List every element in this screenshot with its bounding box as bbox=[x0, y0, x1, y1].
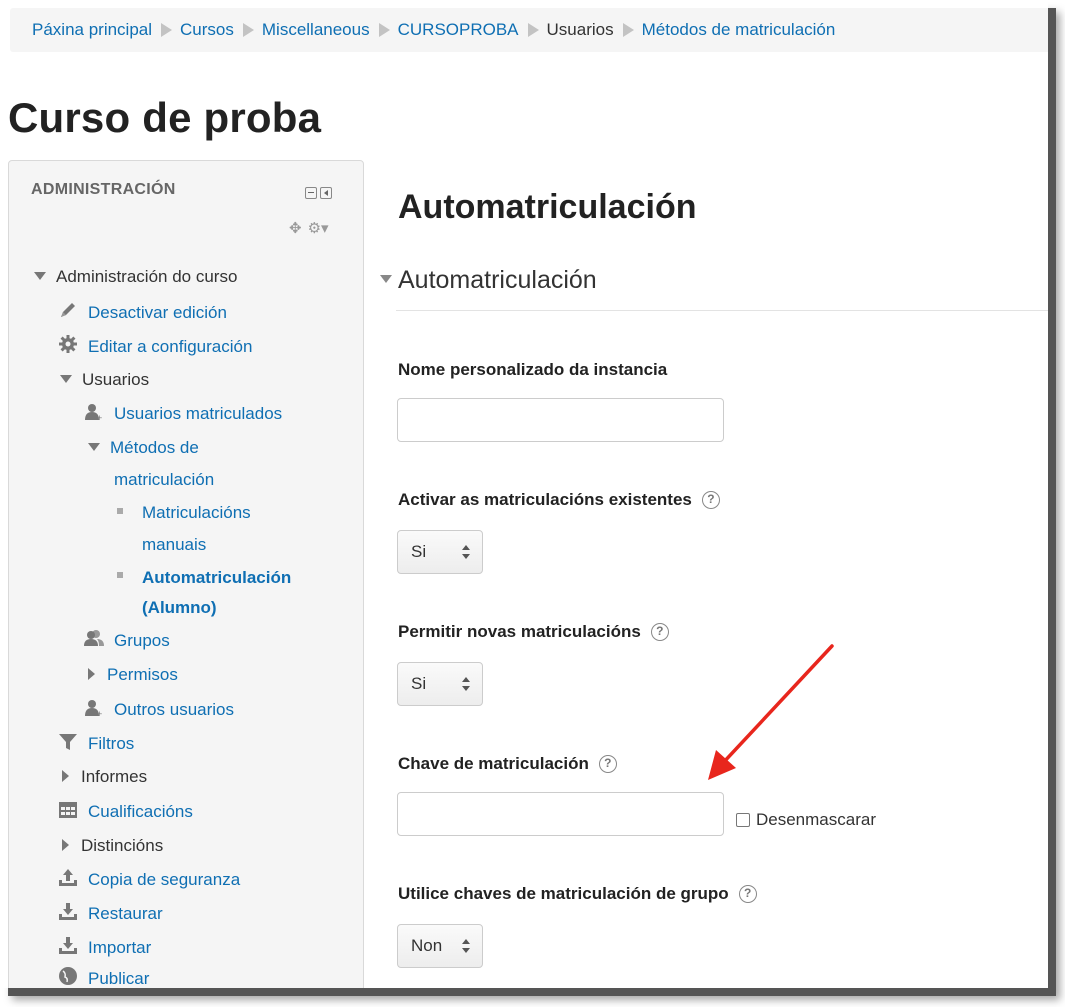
tree-item-course-admin[interactable]: Administración do curso bbox=[34, 266, 237, 288]
page-heading: Automatriculación bbox=[398, 188, 697, 226]
tree-item-reports[interactable]: Informes bbox=[62, 766, 147, 788]
tree-item-other-users[interactable]: Outros usuarios bbox=[114, 699, 234, 721]
move-icon[interactable]: ✥ bbox=[289, 219, 302, 237]
tree-item-manual-enrol[interactable]: Matriculacións bbox=[142, 502, 251, 524]
enrolled-users-icon: + bbox=[85, 404, 102, 422]
help-icon[interactable]: ? bbox=[738, 885, 757, 903]
annotation-arrow-icon bbox=[708, 644, 834, 780]
filter-icon bbox=[59, 734, 77, 750]
instance-name-label: Nome personalizado da instancia bbox=[398, 360, 668, 379]
select-arrows-icon bbox=[462, 545, 470, 559]
tree-item-backup[interactable]: Copia de seguranza bbox=[88, 869, 240, 891]
collapsed-icon bbox=[62, 769, 69, 782]
dock-block-icon[interactable] bbox=[320, 187, 332, 199]
breadcrumb-home[interactable]: Páxina principal bbox=[32, 20, 152, 40]
other-users-icon: + bbox=[85, 700, 102, 718]
globe-icon bbox=[59, 967, 77, 985]
svg-text:+: + bbox=[97, 709, 102, 718]
bullet-icon bbox=[117, 508, 123, 514]
block-edit-controls: ✥ ⚙▾ bbox=[289, 219, 329, 237]
tree-item-import[interactable]: Importar bbox=[88, 937, 151, 959]
unmask-checkbox-label[interactable]: Desenmascarar bbox=[736, 810, 876, 830]
gear-menu-icon[interactable]: ⚙▾ bbox=[308, 219, 329, 237]
breadcrumb: Páxina principal Cursos Miscellaneous CU… bbox=[10, 8, 1048, 52]
collapse-block-icon[interactable] bbox=[305, 187, 317, 199]
instance-name-input[interactable] bbox=[397, 398, 724, 442]
bullet-icon bbox=[117, 572, 123, 578]
expanded-icon bbox=[34, 271, 46, 280]
block-controls bbox=[305, 187, 332, 199]
tree-item-enrol-methods[interactable]: Métodos de bbox=[88, 437, 199, 459]
gear-icon bbox=[59, 335, 77, 353]
breadcrumb-separator-icon bbox=[527, 23, 539, 37]
breadcrumb-enrol-methods[interactable]: Métodos de matriculación bbox=[642, 20, 836, 40]
select-arrows-icon bbox=[462, 939, 470, 953]
help-icon[interactable]: ? bbox=[701, 491, 720, 509]
breadcrumb-separator-icon bbox=[622, 23, 634, 37]
expanded-icon bbox=[60, 374, 72, 383]
expanded-icon bbox=[88, 442, 100, 451]
tree-item-publish[interactable]: Publicar bbox=[88, 968, 149, 988]
select-arrows-icon bbox=[462, 677, 470, 691]
enable-existing-label: Activar as matriculacións existentes ? bbox=[398, 490, 720, 510]
tree-item-enrolled-users[interactable]: Usuarios matriculados bbox=[114, 403, 282, 425]
screenshot-frame: Páxina principal Cursos Miscellaneous CU… bbox=[0, 0, 1048, 988]
allow-new-select[interactable]: Si bbox=[397, 662, 483, 706]
unmask-checkbox[interactable] bbox=[736, 813, 750, 827]
fieldset-divider bbox=[396, 310, 1048, 311]
fieldset-legend[interactable]: Automatriculación bbox=[380, 266, 597, 295]
group-keys-select[interactable]: Non bbox=[397, 924, 483, 968]
tree-item-filters[interactable]: Filtros bbox=[88, 733, 134, 755]
collapsed-icon bbox=[62, 838, 69, 851]
tree-item-badges[interactable]: Distincións bbox=[62, 835, 163, 857]
admin-block-title: ADMINISTRACIÓN bbox=[31, 181, 176, 198]
tree-item-groups[interactable]: Grupos bbox=[114, 630, 170, 652]
enrol-key-input[interactable] bbox=[397, 792, 724, 836]
backup-upload-icon bbox=[59, 869, 77, 886]
restore-download-icon bbox=[59, 903, 77, 920]
tree-item-edit-config[interactable]: Editar a configuración bbox=[88, 336, 252, 358]
tree-item-self-enrol-line2[interactable]: (Alumno) bbox=[142, 597, 217, 619]
breadcrumb-category[interactable]: Miscellaneous bbox=[262, 20, 370, 40]
enable-existing-select[interactable]: Si bbox=[397, 530, 483, 574]
enrol-key-label: Chave de matriculación ? bbox=[398, 754, 617, 774]
breadcrumb-users: Usuarios bbox=[546, 20, 614, 39]
tree-item-self-enrol[interactable]: Automatriculación bbox=[142, 567, 291, 589]
tree-item-manual-enrol-line2[interactable]: manuais bbox=[142, 534, 206, 556]
group-keys-label: Utilice chaves de matriculación de grupo… bbox=[398, 884, 757, 904]
expanded-icon bbox=[380, 274, 392, 283]
import-download-icon bbox=[59, 937, 77, 954]
breadcrumb-separator-icon bbox=[161, 23, 173, 37]
tree-item-permissions[interactable]: Permisos bbox=[88, 664, 178, 686]
pencil-icon bbox=[61, 303, 75, 317]
help-icon[interactable]: ? bbox=[650, 623, 669, 641]
breadcrumb-separator-icon bbox=[242, 23, 254, 37]
breadcrumb-course[interactable]: CURSOPROBA bbox=[398, 20, 519, 40]
collapsed-icon bbox=[88, 667, 95, 680]
tree-item-grades[interactable]: Cualificacións bbox=[88, 801, 193, 823]
grades-table-icon bbox=[59, 802, 77, 818]
tree-item-users[interactable]: Usuarios bbox=[60, 369, 149, 391]
breadcrumb-separator-icon bbox=[378, 23, 390, 37]
tree-item-enrol-methods-line2[interactable]: matriculación bbox=[114, 469, 214, 491]
svg-text:+: + bbox=[97, 413, 102, 422]
breadcrumb-courses[interactable]: Cursos bbox=[180, 20, 234, 40]
help-icon[interactable]: ? bbox=[598, 755, 617, 773]
course-title: Curso de proba bbox=[8, 94, 322, 141]
tree-item-disable-edit[interactable]: Desactivar edición bbox=[88, 302, 227, 324]
groups-icon bbox=[84, 630, 104, 646]
allow-new-label: Permitir novas matriculacións ? bbox=[398, 622, 669, 642]
tree-item-restore[interactable]: Restaurar bbox=[88, 903, 163, 925]
